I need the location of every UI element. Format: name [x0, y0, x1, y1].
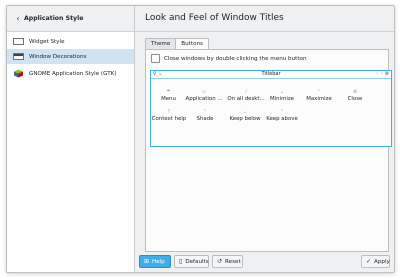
widget-style-icon — [13, 38, 24, 45]
preview-titlebar[interactable]: ⚲ ⌄ Titlebar ◦ ◦ ⊗ — [151, 71, 391, 79]
help-button-label: Help — [152, 258, 165, 265]
close-on-double-click-option[interactable]: Close windows by double clicking the men… — [151, 54, 307, 63]
sidebar-item-label: GNOME Application Style (GTK) — [29, 70, 117, 77]
keep-below-icon: ⌄ — [242, 109, 248, 115]
defaults-icon: ▯ — [179, 258, 183, 265]
titlebar-right-buttons[interactable]: ◦ ◦ ⊗ — [376, 71, 389, 78]
button-label: Application ... — [185, 96, 223, 102]
titlebar-label: Titlebar — [261, 71, 281, 77]
button-close[interactable]: ⊗ Close — [344, 89, 366, 102]
button-label: Close — [347, 96, 363, 102]
reset-button-label: Reset — [225, 258, 241, 265]
page-title: Look and Feel of Window Titles — [145, 13, 284, 23]
close-on-double-click-checkbox[interactable] — [151, 54, 160, 63]
apply-icon: ✓ — [366, 258, 372, 265]
apply-button[interactable]: ✓ Apply — [361, 255, 390, 268]
sidebar-item-label: Widget Style — [29, 38, 65, 45]
window-decorations-icon — [13, 53, 24, 60]
sidebar-item-widget-style[interactable]: Widget Style — [7, 34, 134, 49]
settings-window: ‹ Application Style Widget Style Window … — [6, 5, 395, 273]
sidebar-title: Application Style — [24, 15, 84, 22]
button-label: Context help — [151, 116, 187, 122]
divider — [135, 31, 394, 32]
button-label: Keep below — [229, 116, 261, 122]
apply-button-label: Apply — [374, 258, 390, 265]
minimize-icon: ⌄ — [279, 89, 285, 95]
sidebar-item-window-decorations[interactable]: Window Decorations — [7, 49, 134, 64]
button-keep-above[interactable]: ⌃ Keep above — [264, 109, 300, 122]
maximize-icon: ⌃ — [316, 89, 322, 95]
decoration-preview[interactable]: ⚲ ⌄ Titlebar ◦ ◦ ⊗ ☂ Menu ▫ Application … — [150, 70, 392, 147]
button-application-menu[interactable]: ▫ Application ... — [184, 89, 224, 102]
sidebar-item-label: Window Decorations — [29, 53, 87, 60]
button-label: Shade — [196, 116, 214, 122]
button-shade[interactable]: ⌃ Shade — [193, 109, 217, 122]
on-all-desktops-icon: ∕ — [245, 89, 247, 95]
chevron-left-icon[interactable]: ‹ — [12, 14, 24, 23]
button-menu[interactable]: ☂ Menu — [156, 89, 181, 102]
reset-button[interactable]: ↺ Reset — [212, 255, 243, 268]
sidebar-item-gtk[interactable]: GNOME Application Style (GTK) — [7, 66, 134, 81]
menu-icon: ☂ — [166, 89, 171, 95]
reset-icon: ↺ — [217, 258, 223, 265]
context-help-icon: ? — [167, 109, 171, 115]
gtk-icon — [13, 69, 24, 78]
footer-bar: ⊞ Help ▯ Defaults ↺ Reset ✓ Apply — [135, 250, 394, 272]
sidebar: ‹ Application Style Widget Style Window … — [7, 6, 135, 272]
defaults-button[interactable]: ▯ Defaults — [174, 255, 209, 268]
button-on-all-desktops[interactable]: ∕ On all deskt... — [225, 89, 267, 102]
help-button[interactable]: ⊞ Help — [139, 255, 171, 268]
help-icon: ⊞ — [144, 258, 150, 265]
checkbox-label: Close windows by double clicking the men… — [164, 55, 307, 62]
button-label: Menu — [161, 96, 176, 102]
button-context-help[interactable]: ? Context help — [151, 109, 187, 122]
button-label: Keep above — [266, 116, 298, 122]
button-label: Minimize — [270, 96, 294, 102]
button-maximize[interactable]: ⌃ Maximize — [303, 89, 335, 102]
button-label: Maximize — [306, 96, 332, 102]
sidebar-header: ‹ Application Style — [7, 6, 134, 32]
shade-icon: ⌃ — [202, 109, 208, 115]
defaults-button-label: Defaults — [185, 258, 209, 265]
keep-above-icon: ⌃ — [279, 109, 285, 115]
close-icon: ⊗ — [352, 89, 358, 95]
application-menu-icon: ▫ — [202, 89, 206, 95]
button-minimize[interactable]: ⌄ Minimize — [267, 89, 297, 102]
button-keep-below[interactable]: ⌄ Keep below — [227, 109, 263, 122]
buttons-panel: Close windows by double clicking the men… — [145, 49, 392, 252]
main-content: Look and Feel of Window Titles Theme But… — [135, 6, 394, 272]
button-label: On all deskt... — [227, 96, 265, 102]
